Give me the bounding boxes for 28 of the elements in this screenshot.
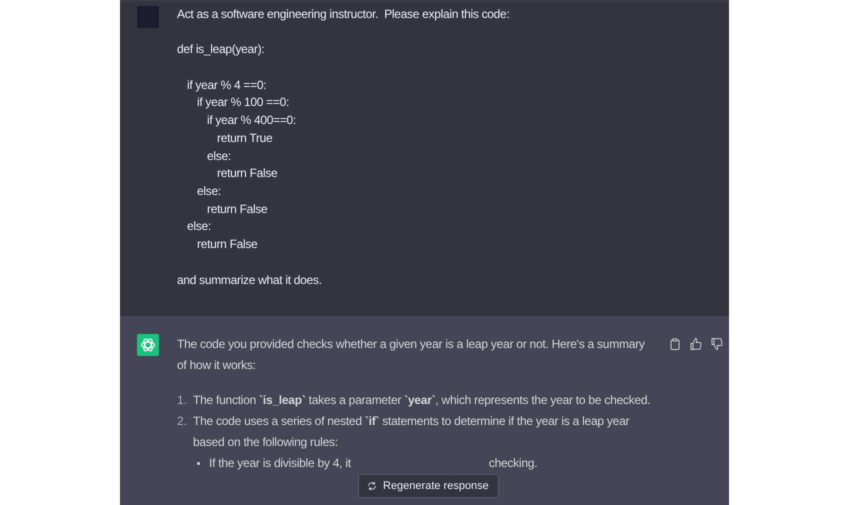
answer-text: If the year is divisible by 4, it: [209, 455, 351, 472]
thumbs-up-icon[interactable]: [690, 338, 702, 350]
answer-text: The code you provided checks whether a given year is a leap year or not. Here's a summary of how it works:: [177, 336, 646, 374]
code-line: return False: [196, 236, 258, 254]
prompt-text: and summarize what it does.: [177, 272, 323, 288]
bullet-icon: [197, 462, 200, 465]
code-line: def is_leap(year):: [177, 41, 266, 58]
code-line: if year % 4 ==0:: [186, 76, 268, 94]
clipboard-icon[interactable]: [669, 338, 681, 350]
code-line: else:: [196, 183, 222, 200]
thumbs-down-icon[interactable]: [711, 338, 723, 350]
list-number: 2.: [177, 413, 188, 430]
answer-text: The function `is_leap` takes a parameter `year`, which represents the year to be checked.: [193, 392, 650, 409]
assistant-logo-icon: [137, 334, 159, 356]
code-line: else:: [186, 218, 212, 236]
answer-text: The code uses a series of nested `if` statements to determine if the year is a leap year based on the following rules:: [193, 413, 630, 451]
user-avatar: [137, 6, 159, 28]
code-line: return False: [206, 200, 268, 218]
code-line: else:: [206, 148, 232, 165]
refresh-icon: [367, 481, 377, 491]
answer-text: checking.: [488, 455, 538, 472]
code-line: if year % 400==0:: [206, 112, 297, 130]
code-line: if year % 100 ==0:: [196, 94, 290, 112]
prompt-text: Act as a software engineering instructor. Please explain this code:: [177, 6, 510, 23]
code-line: return False: [216, 165, 278, 182]
code-line: return True: [216, 130, 274, 147]
list-number: 1.: [177, 392, 188, 409]
regenerate-button[interactable]: Regenerate response: [358, 474, 499, 498]
